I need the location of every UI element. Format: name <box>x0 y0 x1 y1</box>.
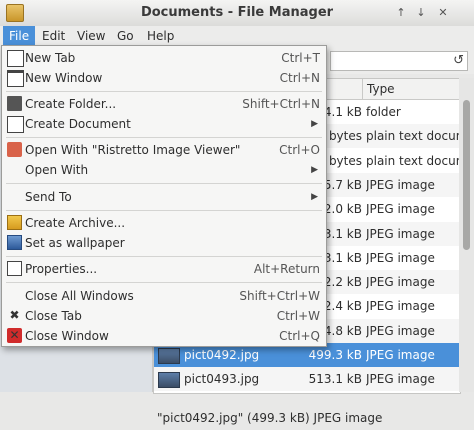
menu-separator <box>6 183 322 184</box>
menu-item-label: Open With "Ristretto Image Viewer" <box>25 143 241 157</box>
file-type: JPEG image <box>366 226 435 241</box>
menu-item-create-archive[interactable]: Create Archive... <box>2 213 326 233</box>
menu-item-label: New Tab <box>25 51 76 65</box>
file-name: pict0493.jpg <box>184 372 260 387</box>
menu-item-new-window[interactable]: New Window Ctrl+N <box>2 68 326 88</box>
file-type: JPEG image <box>366 348 435 362</box>
menu-file[interactable]: File <box>3 26 36 46</box>
menu-item-accel: Ctrl+O <box>279 143 320 157</box>
menu-view[interactable]: View <box>71 26 111 46</box>
menu-item-close-all-windows[interactable]: Close All Windows Shift+Ctrl+W <box>2 286 326 306</box>
file-size: 513.1 kB <box>308 372 362 387</box>
location-entry[interactable]: ↺ <box>330 51 468 71</box>
status-bar: "pict0492.jpg" (499.3 kB) JPEG image <box>0 406 474 430</box>
file-type: plain text docum <box>366 153 460 168</box>
menu-item-set-wallpaper[interactable]: Set as wallpaper <box>2 233 326 253</box>
menu-separator <box>6 210 322 211</box>
file-type: JPEG image <box>366 299 435 314</box>
submenu-arrow-icon: ▶ <box>311 165 318 175</box>
menu-item-accel: Ctrl+W <box>276 309 320 323</box>
table-row[interactable]: pict0493.jpg 513.1 kB JPEG image <box>154 367 460 392</box>
file-type: JPEG image <box>366 323 435 338</box>
menu-item-accel: Shift+Ctrl+W <box>239 289 320 303</box>
file-type: JPEG image <box>366 202 435 217</box>
menu-separator <box>6 91 322 92</box>
file-type: JPEG image <box>366 177 435 192</box>
wallpaper-icon <box>7 235 22 250</box>
title-bar: Documents - File Manager ↑ ↓ ✕ <box>0 0 474 27</box>
menu-item-open-with-ristretto[interactable]: Open With "Ristretto Image Viewer" Ctrl+… <box>2 140 326 160</box>
menu-separator <box>6 137 322 138</box>
submenu-arrow-icon: ▶ <box>311 119 318 129</box>
menu-item-close-tab[interactable]: ✖ Close Tab Ctrl+W <box>2 306 326 326</box>
menu-help[interactable]: Help <box>141 26 180 46</box>
image-viewer-icon <box>7 142 22 157</box>
properties-icon <box>7 261 22 276</box>
file-type: JPEG image <box>366 250 435 265</box>
submenu-arrow-icon: ▶ <box>311 192 318 202</box>
new-tab-icon <box>7 50 24 67</box>
menu-item-label: Set as wallpaper <box>25 236 125 250</box>
menu-item-create-document[interactable]: Create Document ▶ <box>2 114 326 134</box>
close-window-icon: ✕ <box>7 328 22 343</box>
menu-item-accel: Ctrl+N <box>279 71 320 85</box>
scrollbar-thumb[interactable] <box>463 100 470 250</box>
menu-item-label: Properties... <box>25 262 98 276</box>
menu-item-new-tab[interactable]: New Tab Ctrl+T <box>2 48 326 68</box>
menu-item-label: Create Document <box>25 117 131 131</box>
new-window-icon <box>7 70 24 87</box>
menu-item-accel: Ctrl+Q <box>279 329 320 343</box>
menu-item-label: Create Folder... <box>25 97 117 111</box>
close-icon: ✖ <box>9 308 20 322</box>
menu-item-close-window[interactable]: ✕ Close Window Ctrl+Q <box>2 326 326 346</box>
menu-separator <box>6 282 322 283</box>
menu-item-label: Close Window <box>25 329 109 343</box>
file-type: folder <box>366 105 401 119</box>
menu-item-label: Create Archive... <box>25 216 126 230</box>
close-window-button[interactable]: ✕ <box>435 5 451 21</box>
menu-item-accel: Alt+Return <box>253 262 320 276</box>
menu-separator <box>6 256 322 257</box>
menu-edit[interactable]: Edit <box>36 26 71 46</box>
menu-item-properties[interactable]: Properties... Alt+Return <box>2 259 326 279</box>
image-thumbnail-icon <box>158 348 180 364</box>
minimize-button[interactable]: ↓ <box>413 5 429 21</box>
file-type: plain text docum <box>366 129 460 144</box>
column-header-type[interactable]: Type <box>362 79 465 99</box>
file-type: JPEG image <box>366 275 435 290</box>
menu-item-label: Send To <box>25 190 72 204</box>
menu-bar: File Edit View Go Help <box>0 26 474 46</box>
file-menu: New Tab Ctrl+T New Window Ctrl+N Create … <box>1 45 327 347</box>
image-thumbnail-icon <box>158 372 180 389</box>
menu-go[interactable]: Go <box>111 26 140 46</box>
document-icon <box>7 116 24 133</box>
menu-item-label: Open With <box>25 163 89 177</box>
reload-icon[interactable]: ↺ <box>453 53 464 68</box>
menu-item-accel: Shift+Ctrl+N <box>242 97 320 111</box>
menu-item-label: New Window <box>25 71 103 85</box>
menu-item-label: Close All Windows <box>25 289 134 303</box>
menu-item-accel: Ctrl+T <box>281 51 320 65</box>
menu-item-open-with[interactable]: Open With ▶ <box>2 160 326 180</box>
menu-item-label: Close Tab <box>25 309 82 323</box>
maximize-button[interactable]: ↑ <box>393 5 409 21</box>
file-type: JPEG image <box>366 372 435 387</box>
menu-item-create-folder[interactable]: Create Folder... Shift+Ctrl+N <box>2 94 326 114</box>
archive-icon <box>7 215 22 230</box>
folder-icon <box>7 96 22 111</box>
menu-item-send-to[interactable]: Send To ▶ <box>2 187 326 207</box>
